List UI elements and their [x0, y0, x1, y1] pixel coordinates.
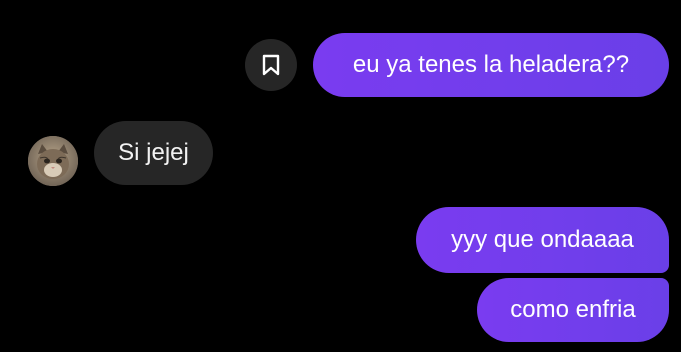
message-text: Si jejej	[118, 139, 189, 166]
bookmark-icon	[262, 54, 280, 76]
chat-thread: eu ya tenes la heladera?? Si jejej yyy q…	[0, 0, 681, 352]
cat-avatar	[28, 136, 78, 186]
message-bubble-outgoing[interactable]: como enfria	[477, 278, 669, 342]
message-text: eu ya tenes la heladera??	[352, 51, 630, 78]
save-message-button[interactable]	[245, 39, 297, 91]
message-bubble-outgoing[interactable]: eu ya tenes la heladera??	[313, 33, 669, 97]
message-bubble-outgoing[interactable]: yyy que ondaaaa	[416, 207, 669, 273]
contact-avatar[interactable]	[28, 136, 78, 186]
message-bubble-incoming[interactable]: Si jejej	[94, 121, 213, 185]
message-text: yyy que ondaaaa	[451, 226, 634, 253]
message-text: como enfria	[510, 296, 636, 323]
